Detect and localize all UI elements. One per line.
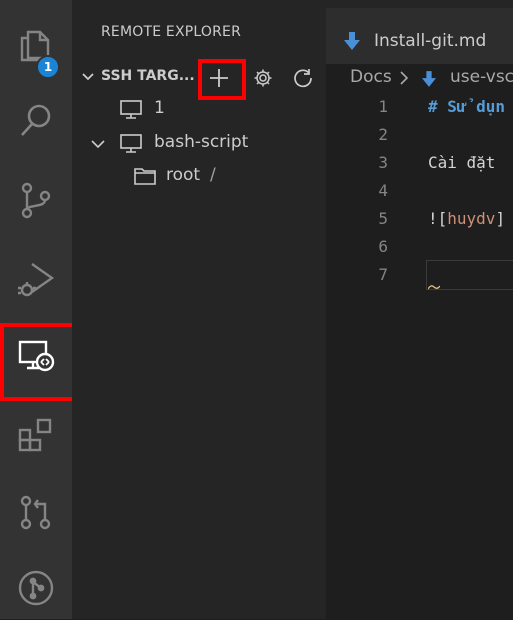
section-label: SSH TARG...: [101, 68, 195, 84]
chevron-down-icon: [91, 140, 105, 149]
explorer-button[interactable]: 1: [0, 12, 72, 79]
explorer-badge: 1: [36, 55, 60, 79]
refresh-button[interactable]: [290, 65, 316, 91]
breadcrumb-file[interactable]: use-vsc: [450, 67, 513, 87]
line-number: 5: [378, 209, 388, 228]
sidebar-title: REMOTE EXPLORER: [101, 24, 242, 40]
tree-item-bash-script[interactable]: bash-script: [72, 128, 326, 158]
tree-item-label: 1: [154, 98, 165, 118]
code-line-current: 7: [326, 260, 513, 290]
markdown-arrow-icon: [422, 71, 436, 87]
search-icon: [21, 104, 51, 136]
tab-label: Install-git.md: [374, 31, 487, 51]
code-line: 2: [326, 122, 513, 150]
image-bracket-close: ]: [495, 209, 506, 228]
remote-explorer-highlight: [0, 323, 83, 401]
source-control-button[interactable]: [0, 168, 72, 232]
code-line: 6: [326, 234, 513, 262]
configure-button[interactable]: [250, 65, 276, 91]
code-line: 3 Cài đặt: [326, 150, 513, 178]
pull-requests-button[interactable]: [0, 480, 72, 544]
search-button[interactable]: [0, 88, 72, 152]
git-graph-icon: [18, 570, 54, 606]
editor: Install-git.md Docs use-vsc 1 # Sử dụn 2…: [326, 0, 513, 619]
tab-install-git[interactable]: Install-git.md: [326, 8, 513, 64]
line-text: ![huydv]: [428, 209, 505, 228]
extensions-icon: [18, 418, 52, 452]
tree-item-path: /: [210, 165, 216, 185]
run-debug-button[interactable]: [0, 246, 72, 310]
code-line: 4: [326, 178, 513, 206]
chevron-right-icon: [400, 71, 409, 85]
folder-icon: [134, 168, 156, 185]
pull-request-icon: [20, 495, 51, 530]
markdown-arrow-icon: [344, 32, 360, 50]
sidebar: REMOTE EXPLORER SSH TARG... 1 bash-scrip…: [72, 0, 326, 619]
tree-item-label: root: [166, 165, 201, 185]
image-alt-text: huydv: [447, 209, 496, 228]
breadcrumb-folder[interactable]: Docs: [350, 67, 392, 87]
line-number: 6: [378, 237, 388, 256]
monitor-icon: [120, 134, 142, 153]
tree-item-1[interactable]: 1: [72, 94, 326, 124]
line-number: 7: [378, 265, 388, 284]
git-graph-button[interactable]: [0, 556, 72, 620]
source-control-icon: [21, 182, 51, 219]
line-number: 2: [378, 125, 388, 144]
chevron-down-icon: [82, 73, 94, 81]
line-number: 4: [378, 181, 388, 200]
refresh-icon: [294, 69, 312, 88]
tree-item-root[interactable]: root /: [72, 161, 326, 191]
code-line: 5 ![huydv]: [326, 206, 513, 234]
monitor-icon: [120, 100, 142, 119]
extensions-button[interactable]: [0, 402, 72, 466]
activity-bar: 1: [0, 0, 83, 620]
image-bracket-open: ![: [428, 209, 448, 228]
line-number: 3: [378, 153, 388, 172]
code-line: 1 # Sử dụn: [326, 94, 513, 122]
warning-squiggle: [428, 285, 440, 290]
line-text: Cài đặt: [428, 153, 496, 172]
line-text: # Sử dụn: [428, 97, 506, 116]
line-number: 1: [378, 97, 388, 116]
tab-bar: Install-git.md: [326, 0, 513, 64]
tree-item-label: bash-script: [154, 132, 249, 152]
breadcrumb: Docs use-vsc: [326, 64, 513, 92]
run-debug-icon: [18, 263, 55, 297]
gear-icon: [254, 69, 272, 87]
